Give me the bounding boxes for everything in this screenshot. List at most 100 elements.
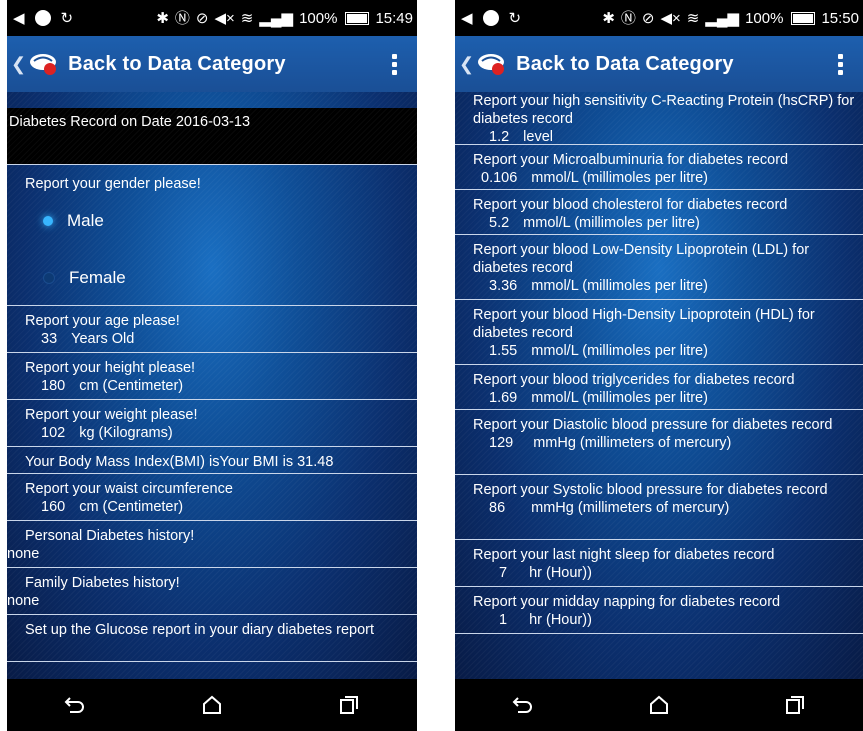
list-item[interactable]: Report your Microalbuminuria for diabete… <box>455 145 863 190</box>
app-bar: ❮ Back to Data Category <box>7 36 417 92</box>
row-label: Report your midday napping for diabetes … <box>473 594 781 610</box>
radio-unselected-icon[interactable] <box>43 272 55 284</box>
back-to-data-category-button[interactable]: Back to Data Category <box>516 53 734 76</box>
overflow-menu-icon[interactable] <box>392 53 397 75</box>
list-item[interactable]: Report your blood High-Density Lipoprote… <box>455 300 863 365</box>
wifi-icon: ≋ <box>240 9 254 27</box>
row-label: Report your high sensitivity C-Reacting … <box>473 93 855 127</box>
circle-icon <box>482 10 499 26</box>
list-item[interactable]: Report your midday napping for diabetes … <box>455 587 863 634</box>
radio-selected-icon[interactable] <box>43 216 53 226</box>
battery-icon <box>345 11 370 25</box>
row-label: Report your waist circumference <box>25 481 233 497</box>
back-chevron-icon[interactable]: ❮ <box>459 54 474 75</box>
list-item[interactable]: Report your high sensitivity C-Reacting … <box>455 92 863 145</box>
sync-icon: ↻ <box>508 9 522 27</box>
phone-right: ◀ ↻ ✱ Ⓝ ⊘ ◀× ≋ ▂▄▆ 100% 15:50 ❮ Back to … <box>455 0 863 731</box>
home-nav-icon[interactable] <box>192 690 232 720</box>
row-value: 1.55 <box>489 343 518 359</box>
notification-icon: ◀ <box>13 9 25 27</box>
list-item[interactable]: Your Body Mass Index(BMI) isYour BMI is … <box>7 447 417 474</box>
row-text: none <box>7 546 40 562</box>
list-item[interactable]: Personal Diabetes history! none <box>7 521 417 568</box>
row-value: 1.69 <box>489 390 518 406</box>
app-logo-icon[interactable] <box>476 52 506 76</box>
list-item[interactable]: Report your Diastolic blood pressure for… <box>455 410 863 475</box>
record-list[interactable]: Report your high sensitivity C-Reacting … <box>455 92 863 679</box>
radio-male[interactable]: Male <box>43 203 399 239</box>
list-item[interactable]: Report your height please! 180 cm (Centim… <box>7 353 417 400</box>
clock: 15:50 <box>821 9 859 27</box>
row-value: 7 <box>499 565 508 581</box>
row-label: Report your age please! <box>25 313 180 329</box>
row-unit: mmol/L (millimoles per litre) <box>531 278 708 294</box>
row-unit: level <box>523 129 553 145</box>
row-label: Report your height please! <box>25 360 196 376</box>
row-value: 33 <box>41 331 58 347</box>
row-value: 1.2 <box>489 129 510 145</box>
blocked-icon: ⊘ <box>195 9 209 27</box>
row-value: 160 <box>41 499 66 515</box>
row-unit: hr (Hour)) <box>529 612 592 628</box>
row-label: Report your blood High-Density Lipoprote… <box>473 307 815 341</box>
list-item[interactable]: Report your weight please! 102 kg (Kilogr… <box>7 400 417 447</box>
record-date-header: Diabetes Record on Date 2016-03-13 <box>7 108 417 165</box>
nfc-icon: Ⓝ <box>620 9 636 27</box>
clock: 15:49 <box>375 9 413 27</box>
wifi-icon: ≋ <box>686 9 700 27</box>
row-unit: cm (Centimeter) <box>79 499 184 515</box>
status-bar: ◀ ↻ ✱ Ⓝ ⊘ ◀× ≋ ▂▄▆ 100% 15:49 <box>7 0 417 36</box>
navigation-bar <box>7 679 417 731</box>
list-item[interactable]: Family Diabetes history! none <box>7 568 417 615</box>
nfc-icon: Ⓝ <box>174 9 190 27</box>
battery-percent: 100% <box>745 9 784 27</box>
notification-icon: ◀ <box>461 9 473 27</box>
row-value: 0.106 <box>481 170 518 186</box>
list-item[interactable]: Report your blood triglycerides for diab… <box>455 365 863 410</box>
list-item[interactable]: Report your age please! 33 Years Old <box>7 306 417 353</box>
row-unit: mmHg (millimeters of mercury) <box>533 435 732 451</box>
row-value: 102 <box>41 425 66 441</box>
row-label: Set up the Glucose report in your diary … <box>25 622 374 638</box>
row-label: Personal Diabetes history! <box>25 528 195 544</box>
status-bar: ◀ ↻ ✱ Ⓝ ⊘ ◀× ≋ ▂▄▆ 100% 15:50 <box>455 0 863 36</box>
app-logo-icon[interactable] <box>28 52 58 76</box>
signal-icon: ▂▄▆ <box>705 9 740 27</box>
mute-icon: ◀× <box>214 9 235 27</box>
list-item[interactable]: Report your last night sleep for diabete… <box>455 540 863 587</box>
row-label: Report your blood Low-Density Lipoprotei… <box>473 242 810 276</box>
row-unit: hr (Hour)) <box>529 565 592 581</box>
back-nav-icon[interactable] <box>503 690 543 720</box>
row-label: Report your last night sleep for diabete… <box>473 547 775 563</box>
row-unit: Years Old <box>71 331 135 347</box>
recent-apps-icon[interactable] <box>329 690 369 720</box>
list-item[interactable]: Report your blood cholesterol for diabet… <box>455 190 863 235</box>
list-item[interactable]: Set up the Glucose report in your diary … <box>7 615 417 662</box>
row-value: 5.2 <box>489 215 510 231</box>
radio-female[interactable]: Female <box>43 260 399 296</box>
back-to-data-category-button[interactable]: Back to Data Category <box>68 53 286 76</box>
gender-label: Report your gender please! <box>25 176 201 192</box>
row-value: 86 <box>489 500 506 516</box>
row-text: none <box>7 593 40 609</box>
row-value: 3.36 <box>489 278 518 294</box>
recent-apps-icon[interactable] <box>775 690 815 720</box>
list-item[interactable]: Report your blood Low-Density Lipoprotei… <box>455 235 863 300</box>
back-nav-icon[interactable] <box>55 690 95 720</box>
row-unit: cm (Centimeter) <box>79 378 184 394</box>
mute-icon: ◀× <box>660 9 681 27</box>
row-value: 180 <box>41 378 66 394</box>
list-item[interactable]: Report your Systolic blood pressure for … <box>455 475 863 540</box>
row-label: Report your blood triglycerides for diab… <box>473 372 795 388</box>
gender-row: Report your gender please! Male Female <box>7 165 417 306</box>
row-unit: mmol/L (millimoles per litre) <box>531 343 708 359</box>
row-label: Report your blood cholesterol for diabet… <box>473 197 788 213</box>
blocked-icon: ⊘ <box>641 9 655 27</box>
record-list[interactable]: Diabetes Record on Date 2016-03-13 Repor… <box>7 92 417 679</box>
row-unit: kg (Kilograms) <box>79 425 173 441</box>
home-nav-icon[interactable] <box>639 690 679 720</box>
overflow-menu-icon[interactable] <box>838 53 843 75</box>
row-value: 129 <box>489 435 514 451</box>
back-chevron-icon[interactable]: ❮ <box>11 54 26 75</box>
list-item[interactable]: Report your waist circumference 160 cm (C… <box>7 474 417 521</box>
